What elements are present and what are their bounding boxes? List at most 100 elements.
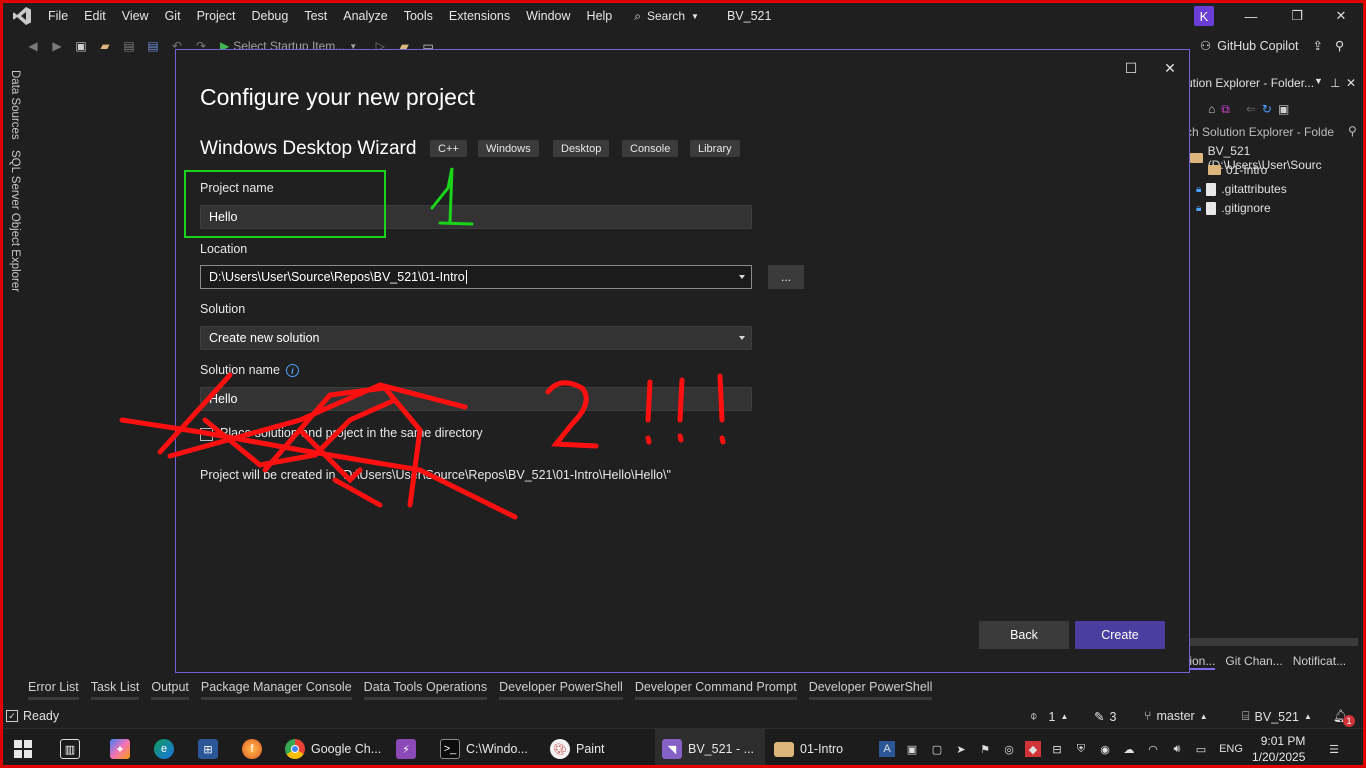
same-directory-checkbox[interactable] [200,428,213,441]
back-nav-icon[interactable]: ◀ [22,36,44,56]
switch-views-icon[interactable]: ⧉ [1221,102,1230,117]
tab-data-tools-operations[interactable]: Data Tools Operations [363,678,488,700]
menu-edit[interactable]: Edit [76,9,114,23]
tree-item-01-intro[interactable]: 01-Intro [1208,163,1267,177]
edge-icon[interactable]: e [154,735,174,763]
browse-button[interactable]: ... [768,265,804,289]
taskbar-app-chrome[interactable]: Google Ch... [285,735,381,763]
home-icon[interactable]: ⌂ [1208,102,1215,116]
telegram-icon[interactable]: ➤ [953,741,969,757]
pin-icon[interactable]: ⊥ [1330,76,1340,90]
tray-word-icon[interactable]: A [879,741,895,757]
dropdown-icon[interactable]: ▼ [1314,76,1323,86]
back-icon[interactable]: ⇐ [1246,102,1256,116]
menu-tools[interactable]: Tools [396,9,441,23]
github-copilot-button[interactable]: ⚇ GitHub Copilot ⇪ ⚲ [1200,38,1344,54]
status-repo[interactable]: ⌸ BV_521 ▲ [1242,709,1312,724]
solution-explorer-search[interactable]: ch Solution Explorer - Folde ⚲ [1186,122,1363,142]
data-sources-tab[interactable]: Data Sources [9,70,21,140]
taskbar-app-paint[interactable]: 🎨︎ Paint [550,735,605,763]
minimize-icon[interactable]: — [1228,0,1274,32]
menu-file[interactable]: File [40,9,76,23]
notifications-bell[interactable]: 🔔︎ 1 [1333,709,1355,727]
close-icon[interactable]: ✕ [1318,0,1364,32]
start-button[interactable] [14,735,32,763]
open-folder-icon[interactable]: ▰ [94,36,116,56]
tab-git-changes[interactable]: Git Chan... [1225,654,1282,670]
share-icon[interactable]: ⇪ [1313,38,1323,53]
save-icon[interactable]: ▤ [118,36,140,56]
menu-test[interactable]: Test [296,9,335,23]
tab-task-list[interactable]: Task List [90,678,140,700]
create-button[interactable]: Create [1075,621,1165,649]
status-branch[interactable]: ⑂ master ▲ [1144,709,1208,723]
firefox-icon[interactable]: f [242,735,262,763]
windows-security-icon[interactable]: ⛨ [1073,741,1089,757]
visual-studio-logo-icon[interactable] [10,4,34,28]
tray-network-drive-icon[interactable]: ⊟ [1049,741,1065,757]
back-button[interactable]: Back [979,621,1069,649]
solution-explorer: ution Explorer - Folder... ▼ ⊥ ✕ ⌂ ⧉ ⇐ ↻… [1186,70,1363,680]
menu-window[interactable]: Window [518,9,578,23]
location-input[interactable]: D:\Users\User\Source\Repos\BV_521\01-Int… [200,265,752,289]
copilot-app-icon[interactable]: ✦ [110,735,130,763]
clock[interactable]: 9:01 PM 1/20/2025 [1252,733,1305,765]
menu-help[interactable]: Help [579,9,621,23]
collapse-all-icon[interactable]: ▣ [1278,102,1289,116]
tray-webcam-icon[interactable]: ◉ [1097,741,1113,757]
solution-dropdown[interactable]: Create new solution [200,326,752,350]
maximize-icon[interactable]: ☐ [1119,56,1143,80]
sql-server-object-explorer-tab[interactable]: SQL Server Object Explorer [9,150,21,292]
status-changes-count[interactable]: ✎ 3 [1094,709,1116,725]
tab-solution-explorer[interactable]: tion... [1186,654,1216,670]
close-icon[interactable]: ✕ [1346,76,1356,90]
solution-name-input[interactable]: Hello [200,387,752,411]
menu-view[interactable]: View [114,9,157,23]
taskbar-app-explorer[interactable]: 01-Intro [774,735,843,763]
volume-icon[interactable]: 🔊︎ [1169,741,1185,757]
menu-project[interactable]: Project [189,9,244,23]
tab-notifications[interactable]: Notificat... [1293,654,1346,670]
tab-package-manager-console[interactable]: Package Manager Console [200,678,352,700]
wifi-icon[interactable]: ◠ [1145,741,1161,757]
chevron-down-icon[interactable] [739,275,745,279]
live-share-icon[interactable]: ⚲ [1335,38,1344,53]
taskbar-app-cmd[interactable]: >_ C:\Windo... [440,735,528,763]
tab-developer-command-prompt[interactable]: Developer Command Prompt [634,678,797,700]
notification-center-icon[interactable]: ☰ [1326,741,1342,757]
steam-icon[interactable]: ◎ [1001,741,1017,757]
menu-extensions[interactable]: Extensions [441,9,518,23]
tree-item-gitattributes[interactable]: 🔒︎ .gitattributes [1196,182,1287,196]
new-project-icon[interactable]: ▣ [70,36,92,56]
clock-time: 9:01 PM [1260,734,1306,748]
tree-item-gitignore[interactable]: 🔒︎ .gitignore [1196,201,1271,215]
horizontal-scrollbar[interactable] [1186,638,1358,646]
save-all-icon[interactable]: ▤ [142,36,164,56]
tab-error-list[interactable]: Error List [28,678,79,700]
restore-icon[interactable]: ❐ [1274,0,1320,32]
tray-app-icon[interactable]: ▢ [929,741,945,757]
language-indicator[interactable]: ENG [1218,741,1244,757]
tab-developer-powershell-2[interactable]: Developer PowerShell [808,678,933,700]
winrar-icon[interactable]: ⚡ [396,735,416,763]
battery-icon[interactable]: ▭ [1193,741,1209,757]
search-box[interactable]: ⌕ Search ▼ [626,6,707,27]
task-view-icon[interactable]: ▥ [60,735,80,763]
close-icon[interactable]: ✕ [1158,56,1182,80]
menu-git[interactable]: Git [157,9,189,23]
account-avatar[interactable]: K [1194,6,1214,26]
tab-developer-powershell[interactable]: Developer PowerShell [499,678,623,700]
store-icon[interactable]: ⊞ [198,735,218,763]
cloud-icon[interactable]: ☁ [1121,741,1137,757]
anydesk-icon[interactable]: ◆ [1025,741,1041,757]
menu-debug[interactable]: Debug [243,9,296,23]
teams-icon[interactable]: ⚑ [977,741,993,757]
refresh-icon[interactable]: ↻ [1262,102,1272,116]
tray-display-icon[interactable]: ▣ [904,741,920,757]
forward-nav-icon[interactable]: ▶ [46,36,68,56]
tab-output[interactable]: Output [151,678,189,700]
taskbar-app-visual-studio[interactable]: ◥ BV_521 - ... [662,735,754,763]
info-icon[interactable]: i [285,364,299,378]
status-push-count[interactable]: ⌽ 1 ▲ [1030,709,1068,724]
menu-analyze[interactable]: Analyze [335,9,395,23]
